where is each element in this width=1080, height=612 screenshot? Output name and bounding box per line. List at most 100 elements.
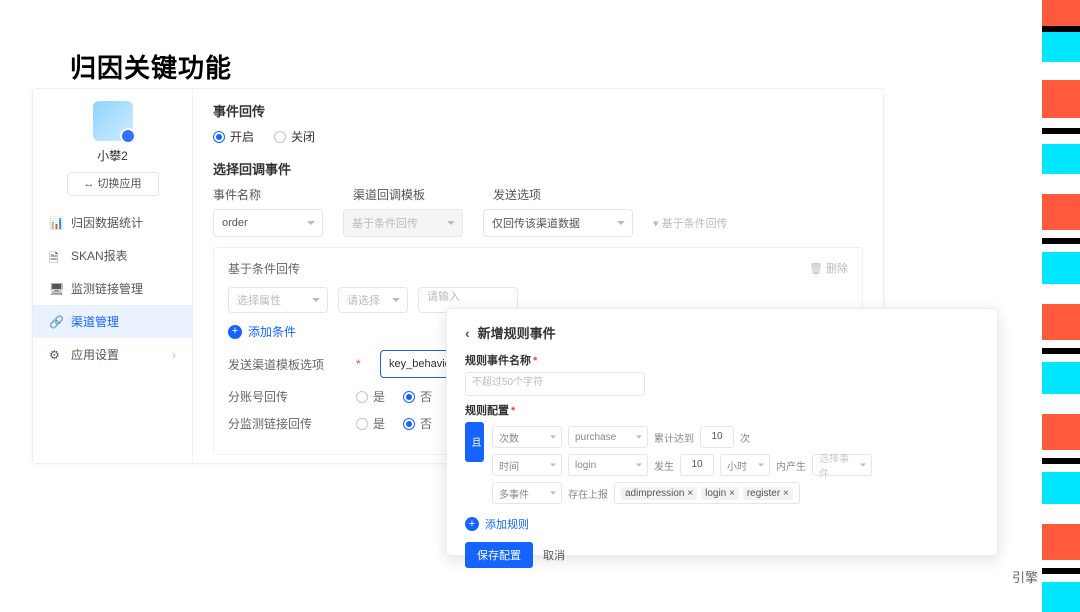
sub-link-yes[interactable]: 是 [356,415,385,432]
operator-select[interactable]: 请选择 [338,287,408,313]
value-input[interactable]: 10 [700,426,734,448]
rule-rows: 次数 purchase 累计达到 10 次 时间 login 发生 10 小时 … [492,426,872,510]
radio-dot-icon [356,418,368,430]
value-input[interactable]: 10 [680,454,714,476]
event-callback-title: 事件回传 [213,101,863,120]
unit-select[interactable]: 小时 [720,454,770,476]
add-condition-button[interactable]: + 添加条件 [228,323,296,340]
decorative-stripes [1042,0,1080,612]
plus-icon: + [228,325,242,339]
template-select[interactable]: 基于条件回传 [343,209,463,237]
cancel-button[interactable]: 取消 [543,542,565,568]
sub-link-no[interactable]: 否 [403,415,432,432]
nav-label: SKAN报表 [71,247,128,264]
switch-app-button[interactable]: ↔ 切换应用 [67,172,159,196]
new-rule-event-modal: ‹ 新增规则事件 规则事件名称* 不超过50个字符 规则配置* 且 次数 pur… [446,308,998,556]
radio-off[interactable]: 关闭 [274,128,315,145]
required-star: * [356,357,362,371]
required-star: * [533,355,537,367]
radio-on[interactable]: 开启 [213,128,254,145]
chart-icon: 📊 [49,216,63,230]
app-switcher: 小攀2 [33,101,192,164]
required-star: * [511,405,515,417]
col-event-name: 事件名称 [213,186,333,203]
nav-label: 应用设置 [71,346,119,363]
sub-account-yes[interactable]: 是 [356,388,385,405]
add-rule-label: 添加规则 [485,516,529,532]
rule-row-time: 时间 login 发生 10 小时 内产生 选择事件 [492,454,872,476]
attr-select[interactable]: 选择属性 [228,287,328,313]
metric-select[interactable]: 次数 [492,426,562,448]
select-callback-title: 选择回调事件 [213,159,863,178]
plus-icon: + [465,517,479,531]
metric-select[interactable]: 多事件 [492,482,562,504]
event-tag[interactable]: adimpression × [621,487,697,500]
sidebar: 小攀2 ↔ 切换应用 📊 归因数据统计 🗎 SKAN报表 🖥监测链接管理 🔗 渠道管理… [33,89,193,463]
col-send-option: 发送选项 [493,186,643,203]
event-config-row: order 基于条件回传 仅回传该渠道数据 ▾ 基于条件回传 [213,209,863,237]
nav-tracking-links[interactable]: 🖥监测链接管理 [33,272,192,305]
metric-select[interactable]: 时间 [492,454,562,476]
radio-dot-icon [274,131,286,143]
send-option-select[interactable]: 仅回传该渠道数据 [483,209,633,237]
radio-dot-icon [356,391,368,403]
watermark-text: 引擎 [1012,567,1038,586]
event-callback-radio-group: 开启 关闭 [213,128,863,145]
radio-dot-icon [403,418,415,430]
modal-header: ‹ 新增规则事件 [465,323,979,342]
radio-dot-icon [403,391,415,403]
tail-event-select[interactable]: 选择事件 [812,454,872,476]
delete-button[interactable]: 🗑 删除 [809,260,848,277]
no-label: 否 [420,388,432,405]
nav-label: 渠道管理 [71,313,119,330]
event-select[interactable]: login [568,454,648,476]
condition-card-title: 基于条件回传 [228,260,300,277]
rule-row-count: 次数 purchase 累计达到 10 次 [492,426,872,448]
send-template-label: 发送渠道模板选项 [228,356,338,373]
sub-link-label: 分监测链接回传 [228,415,338,432]
settings-icon: ⚙ [49,348,63,362]
nav-channel-mgmt[interactable]: 🔗 渠道管理 [33,305,192,338]
event-name-select[interactable]: order [213,209,323,237]
nav-label: 归因数据统计 [71,214,143,231]
modal-title: 新增规则事件 [478,323,556,342]
save-button[interactable]: 保存配置 [465,542,533,568]
rule-text: 发生 [654,458,674,473]
rule-config-label: 规则配置* [465,402,979,418]
sub-account-no[interactable]: 否 [403,388,432,405]
radio-on-label: 开启 [230,128,254,145]
rule-text: 累计达到 [654,430,694,445]
page-title: 归因关键功能 [70,48,232,85]
rule-block: 且 次数 purchase 累计达到 10 次 时间 login 发生 10 小… [465,422,979,510]
nav-label: 监测链接管理 [71,280,143,297]
rule-name-input[interactable]: 不超过50个字符 [465,372,645,396]
multi-event-tags[interactable]: adimpression × login × register × [614,482,800,504]
and-operator-pill[interactable]: 且 [465,422,484,462]
no-label: 否 [420,415,432,432]
nav-skan-report[interactable]: 🗎 SKAN报表 [33,239,192,272]
event-tag[interactable]: login × [701,487,739,500]
radio-dot-icon [213,131,225,143]
sidebar-nav: 📊 归因数据统计 🗎 SKAN报表 🖥监测链接管理 🔗 渠道管理 ⚙ 应用设置 [33,206,192,371]
nav-app-settings[interactable]: ⚙ 应用设置 [33,338,192,371]
modal-actions: 保存配置 取消 [465,542,979,568]
column-headers: 事件名称 渠道回调模板 发送选项 [213,186,863,203]
yes-label: 是 [373,415,385,432]
nav-attribution-stats[interactable]: 📊 归因数据统计 [33,206,192,239]
condition-filter-link[interactable]: ▾ 基于条件回传 [653,215,728,231]
event-tag[interactable]: register × [743,487,793,500]
add-condition-label: 添加条件 [248,323,296,340]
col-template: 渠道回调模板 [353,186,473,203]
app-avatar [93,101,133,141]
radio-off-label: 关闭 [291,128,315,145]
rule-row-multi: 多事件 存在上报 adimpression × login × register… [492,482,872,504]
channel-icon: 🔗 [49,315,63,329]
unit-text: 次 [740,430,750,445]
add-rule-button[interactable]: + 添加规则 [465,516,529,532]
yes-label: 是 [373,388,385,405]
report-icon: 🗎 [49,249,63,263]
sub-account-label: 分账号回传 [228,388,338,405]
event-select[interactable]: purchase [568,426,648,448]
back-icon[interactable]: ‹ [465,325,470,341]
tail-text: 内产生 [776,458,806,473]
